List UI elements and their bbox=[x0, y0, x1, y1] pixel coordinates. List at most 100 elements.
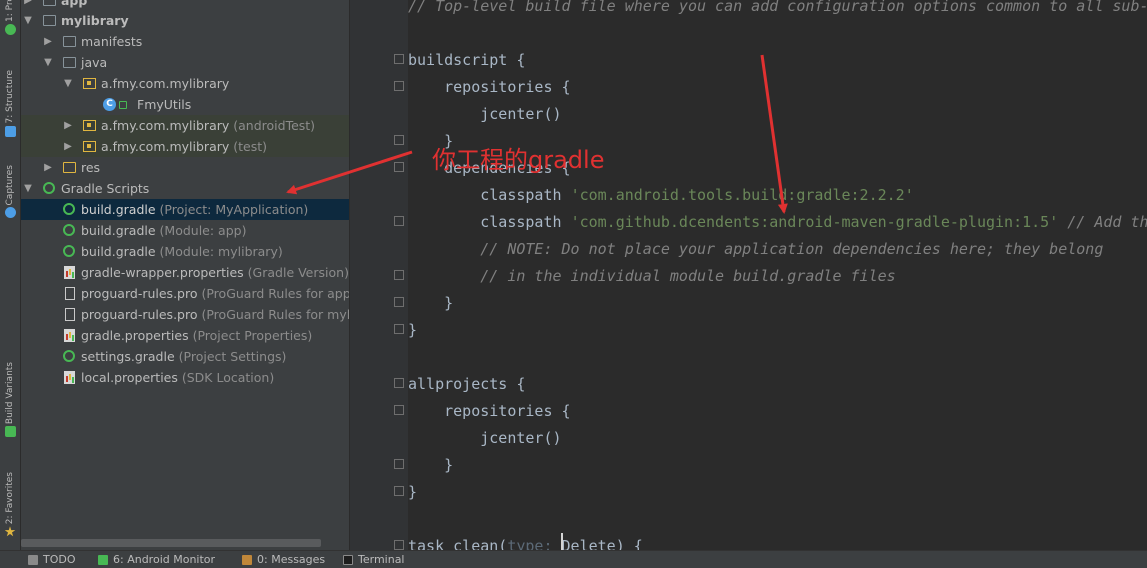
tree-item-label: Gradle Scripts bbox=[61, 181, 150, 196]
collapse-arrow-icon[interactable]: ▼ bbox=[43, 52, 53, 73]
fold-marker-icon[interactable] bbox=[394, 162, 404, 172]
bottom-tool-bar: TODO 6: Android Monitor 0: Messages Term… bbox=[0, 550, 1147, 568]
lock-icon bbox=[119, 101, 127, 109]
favorites-tool-tab[interactable]: 2: Favorites bbox=[0, 472, 20, 539]
tree-item-gradle-scripts[interactable]: ▼ Gradle Scripts bbox=[21, 178, 349, 199]
build-variants-tab-label: Build Variants bbox=[5, 362, 15, 425]
fold-marker-icon[interactable] bbox=[394, 297, 404, 307]
fold-marker-icon[interactable] bbox=[394, 324, 404, 334]
string-literal: 'com.android.tools.build:gradle:2.2.2' bbox=[570, 186, 914, 204]
android-monitor-button[interactable]: 6: Android Monitor bbox=[98, 552, 215, 568]
captures-tab-label: Captures bbox=[5, 165, 15, 206]
structure-icon bbox=[4, 125, 16, 137]
package-icon bbox=[83, 120, 96, 131]
tree-item-label: gradle-wrapper.properties bbox=[81, 265, 244, 280]
terminal-button[interactable]: Terminal bbox=[343, 552, 405, 568]
tree-item-hint: (Module: mylibrary) bbox=[159, 244, 283, 259]
tree-item-hint: (SDK Location) bbox=[181, 370, 275, 385]
tree-item-hint: (Module: app) bbox=[159, 223, 247, 238]
expand-arrow-icon[interactable]: ▶ bbox=[43, 31, 53, 52]
tree-item-hint: (Project Properties) bbox=[192, 328, 313, 343]
collapse-arrow-icon[interactable]: ▼ bbox=[23, 178, 33, 199]
code-line: } bbox=[408, 483, 418, 501]
folder-icon bbox=[63, 36, 76, 47]
tree-item-label: manifests bbox=[81, 34, 143, 49]
expand-arrow-icon[interactable]: ▶ bbox=[63, 136, 73, 157]
tree-item-manifests[interactable]: ▶ manifests bbox=[21, 31, 349, 52]
tree-item-package-test[interactable]: ▶ a.fmy.com.mylibrary (test) bbox=[21, 136, 349, 157]
parameter-hint: type: bbox=[507, 537, 562, 550]
tree-item-mylibrary[interactable]: ▼ mylibrary bbox=[21, 10, 349, 31]
messages-button[interactable]: 0: Messages bbox=[242, 552, 325, 568]
project-tool-tab[interactable]: 1: Project bbox=[0, 0, 20, 37]
code-line: repositories { bbox=[408, 78, 571, 96]
code-token: Delete) { bbox=[561, 537, 643, 550]
tree-item-gradle-properties[interactable]: gradle.properties (Project Properties) bbox=[21, 325, 349, 346]
annotation-label: 你工程的gradle bbox=[432, 146, 605, 174]
fold-marker-icon[interactable] bbox=[394, 216, 404, 226]
messages-icon bbox=[242, 555, 252, 565]
fold-marker-icon[interactable] bbox=[394, 540, 404, 550]
expand-arrow-icon[interactable]: ▶ bbox=[43, 157, 53, 178]
code-token: task clean( bbox=[408, 537, 508, 550]
tree-item-settings-gradle[interactable]: settings.gradle (Project Settings) bbox=[21, 346, 349, 367]
tree-item-java[interactable]: ▼ java bbox=[21, 52, 349, 73]
code-line: allprojects { bbox=[408, 375, 526, 393]
todo-icon bbox=[28, 555, 38, 565]
tree-item-label: FmyUtils bbox=[137, 97, 192, 112]
module-folder-icon bbox=[43, 15, 56, 26]
tree-item-proguard-mylibrary[interactable]: proguard-rules.pro (ProGuard Rules for m… bbox=[21, 304, 349, 325]
text-file-icon bbox=[65, 287, 75, 300]
fold-marker-icon[interactable] bbox=[394, 81, 404, 91]
code-editor[interactable]: // Top-level build file where you can ad… bbox=[350, 0, 1147, 550]
tree-item-fmyutils[interactable]: C FmyUtils bbox=[21, 94, 349, 115]
tree-item-gradle-wrapper-properties[interactable]: gradle-wrapper.properties (Gradle Versio… bbox=[21, 262, 349, 283]
collapse-arrow-icon[interactable]: ▼ bbox=[23, 10, 33, 31]
string-literal: 'com.github.dcendents:android-maven-grad… bbox=[570, 213, 1059, 231]
terminal-icon bbox=[343, 555, 353, 565]
fold-marker-icon[interactable] bbox=[394, 135, 404, 145]
code-line: } bbox=[408, 456, 454, 474]
tree-item-label: proguard-rules.pro bbox=[81, 307, 198, 322]
tree-item-proguard-app[interactable]: proguard-rules.pro (ProGuard Rules for a… bbox=[21, 283, 349, 304]
code-line: jcenter() bbox=[408, 429, 562, 447]
captures-tool-tab[interactable]: Captures bbox=[0, 165, 20, 220]
tree-item-build-gradle-app[interactable]: build.gradle (Module: app) bbox=[21, 220, 349, 241]
code-line: classpath 'com.android.tools.build:gradl… bbox=[408, 182, 914, 209]
code-line: task clean(type: Delete) { bbox=[408, 533, 643, 550]
gradle-icon bbox=[63, 245, 75, 257]
tree-item-hint: (ProGuard Rules for app) bbox=[201, 286, 349, 301]
fold-marker-icon[interactable] bbox=[394, 54, 404, 64]
fold-marker-icon[interactable] bbox=[394, 486, 404, 496]
tree-item-package[interactable]: ▼ a.fmy.com.mylibrary bbox=[21, 73, 349, 94]
text-file-icon bbox=[65, 308, 75, 321]
tree-item-hint: (Project Settings) bbox=[178, 349, 287, 364]
tree-item-hint: (Gradle Version) bbox=[247, 265, 349, 280]
code-line: buildscript { bbox=[408, 51, 526, 69]
expand-arrow-icon[interactable]: ▶ bbox=[63, 115, 73, 136]
structure-tool-tab[interactable]: 7: Structure bbox=[0, 70, 20, 139]
resource-folder-icon bbox=[63, 162, 76, 173]
todo-button[interactable]: TODO bbox=[28, 552, 76, 568]
fold-marker-icon[interactable] bbox=[394, 405, 404, 415]
editor-gutter bbox=[350, 0, 408, 550]
tree-item-build-gradle-project[interactable]: build.gradle (Project: MyApplication) bbox=[21, 199, 349, 220]
fold-marker-icon[interactable] bbox=[394, 459, 404, 469]
tree-item-label: mylibrary bbox=[61, 13, 129, 28]
fold-marker-icon[interactable] bbox=[394, 270, 404, 280]
gradle-icon bbox=[63, 224, 75, 236]
build-variants-tool-tab[interactable]: Build Variants bbox=[0, 362, 20, 439]
tree-item-res[interactable]: ▶ res bbox=[21, 157, 349, 178]
tree-item-label: proguard-rules.pro bbox=[81, 286, 198, 301]
horizontal-scrollbar[interactable] bbox=[21, 539, 321, 547]
collapse-arrow-icon[interactable]: ▼ bbox=[63, 73, 73, 94]
gradle-icon bbox=[63, 203, 75, 215]
code-line: // in the individual module build.gradle… bbox=[408, 267, 896, 285]
tree-item-build-gradle-mylibrary[interactable]: build.gradle (Module: mylibrary) bbox=[21, 241, 349, 262]
tree-item-package-androidtest[interactable]: ▶ a.fmy.com.mylibrary (androidTest) bbox=[21, 115, 349, 136]
messages-label: 0: Messages bbox=[257, 553, 326, 566]
tree-item-label: java bbox=[81, 55, 108, 70]
fold-marker-icon[interactable] bbox=[394, 378, 404, 388]
tree-item-local-properties[interactable]: local.properties (SDK Location) bbox=[21, 367, 349, 388]
tree-item-label: build.gradle bbox=[81, 202, 156, 217]
